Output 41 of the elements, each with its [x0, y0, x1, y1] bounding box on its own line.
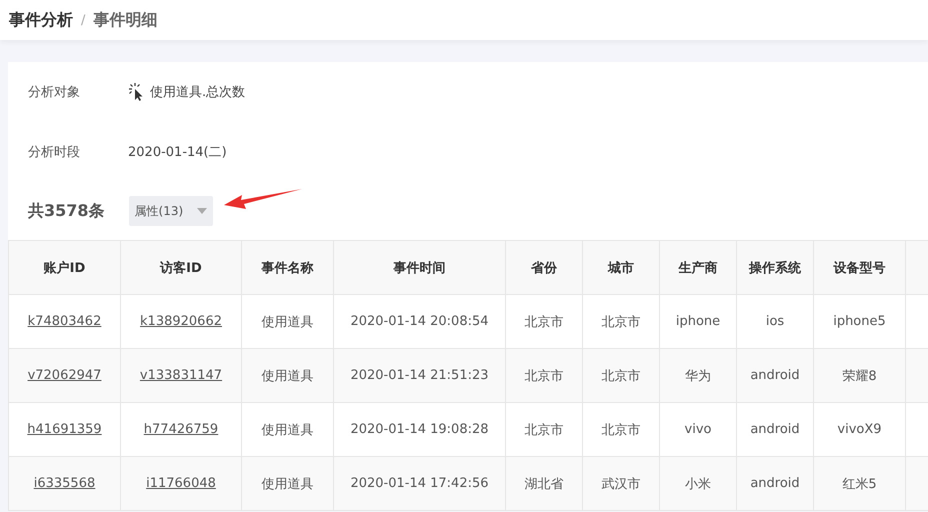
breadcrumb-item: 事件明细 [93, 10, 158, 30]
id-link[interactable]: i11766048 [146, 476, 216, 491]
id-link[interactable]: h41691359 [27, 422, 102, 437]
table-cell: 北京市 [582, 348, 660, 402]
table-cell: android [736, 456, 814, 510]
id-link[interactable]: k74803462 [28, 314, 102, 329]
record-count: 共3578条 [28, 200, 105, 222]
field-label: 分析时段 [28, 144, 81, 161]
field-label: 分析对象 [28, 84, 81, 101]
column-header: 设备型号 [814, 240, 906, 294]
id-link[interactable]: v72062947 [28, 368, 102, 383]
table-cell: 2020-01-14 17:42:56 [334, 456, 506, 510]
table-cell: 2020-01-14 21:51:23 [334, 348, 506, 402]
table-cell: 荣耀8 [814, 348, 906, 402]
table-cell: 使用道具 [242, 348, 334, 402]
id-link[interactable]: v133831147 [140, 368, 222, 383]
column-header: 操作系统 [736, 240, 814, 294]
table-cell: 红米5 [814, 456, 906, 510]
column-header: 事件名称 [242, 240, 334, 294]
column-header: 访客ID [120, 240, 242, 294]
breadcrumb-separator: / [81, 12, 86, 28]
column-header: 事件时间 [334, 240, 506, 294]
column-header: 生产商 [660, 240, 736, 294]
column-header: 省份 [506, 240, 582, 294]
table-cell: 武汉市 [582, 456, 660, 510]
table-cell: 湖北省 [506, 456, 582, 510]
id-link[interactable]: i6335568 [34, 476, 96, 491]
attribute-dropdown[interactable]: 属性(13) [128, 196, 214, 226]
column-header: 城市 [582, 240, 660, 294]
field-value: 使用道具.总次数 [150, 84, 246, 101]
caret-down-icon [197, 208, 208, 214]
breadcrumb-item[interactable]: 事件分析 [9, 10, 73, 30]
table-cell: android [736, 348, 814, 402]
table-cell: 小米 [660, 456, 736, 510]
table-cell: 华为 [660, 348, 736, 402]
table-cell: 北京市 [506, 348, 582, 402]
id-link[interactable]: k138920662 [140, 314, 222, 329]
table-cell: 使用道具 [242, 456, 334, 510]
field-value: 2020-01-14(二) [128, 144, 227, 161]
id-link[interactable]: h77426759 [144, 422, 218, 437]
column-header: 账户ID [8, 240, 120, 294]
